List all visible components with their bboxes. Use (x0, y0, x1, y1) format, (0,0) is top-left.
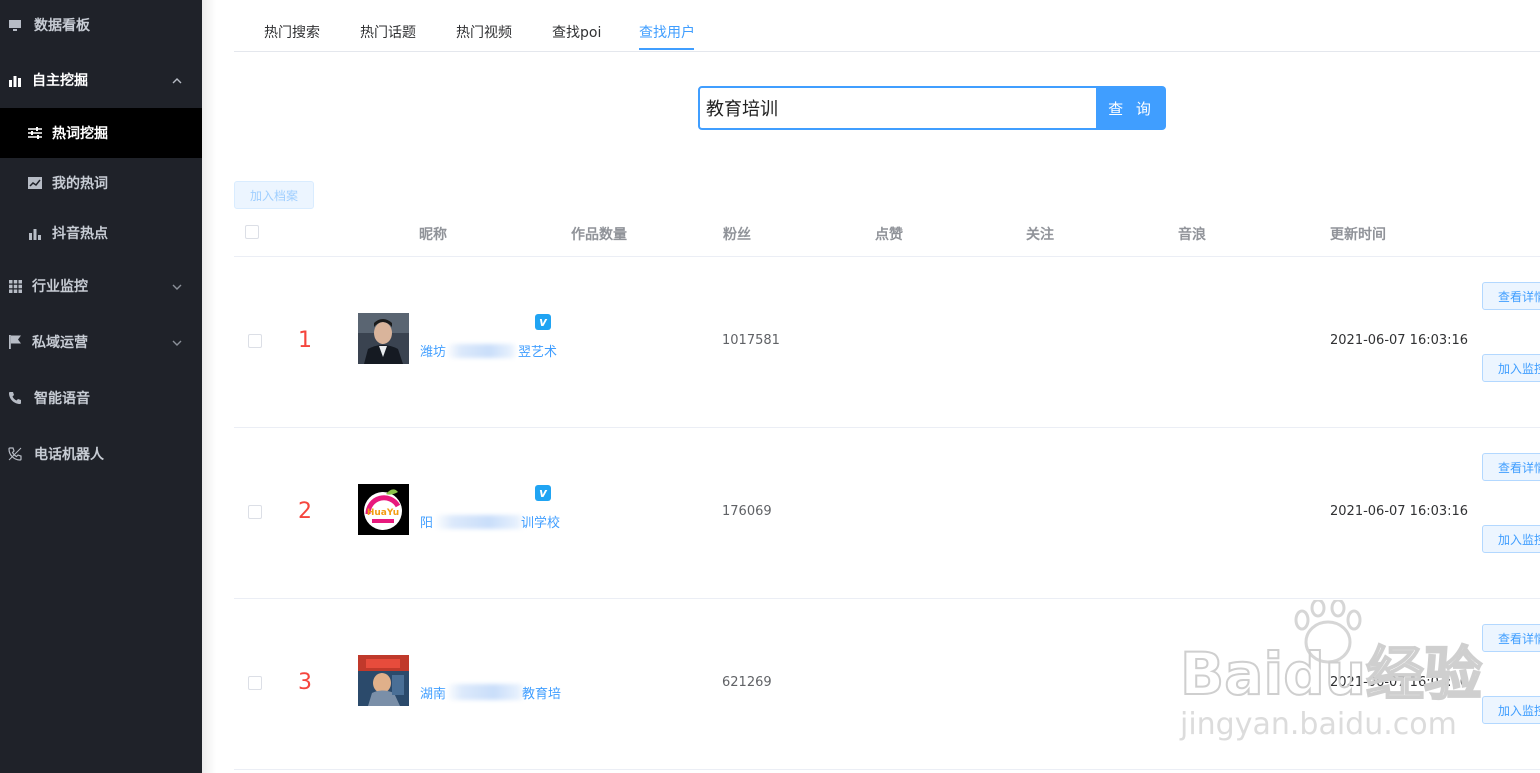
row-checkbox[interactable] (248, 505, 262, 519)
nickname-end[interactable]: 翌艺术 (518, 341, 557, 360)
column-likes: 点赞 (875, 227, 903, 243)
column-fans: 粉丝 (723, 227, 751, 243)
sliders-icon (28, 126, 42, 140)
column-updated-time: 更新时间 (1330, 227, 1386, 243)
verified-badge: v (535, 485, 551, 501)
add-monitor-button[interactable]: 加入监控 (1482, 354, 1540, 382)
rank-number: 2 (298, 499, 312, 524)
sidebar-item-label: 行业监控 (32, 279, 88, 295)
avatar[interactable] (358, 313, 409, 364)
sidebar-item-my-hotwords[interactable]: 我的热词 (0, 158, 202, 208)
phone-robot-icon (8, 447, 22, 461)
add-to-archive-button[interactable]: 加入档案 (234, 181, 314, 209)
rank-number: 1 (298, 328, 312, 353)
table-row: 3 湖南 教育培 621269 2021-06-07 16:03:16 查看详情… (234, 599, 1540, 770)
sidebar-item-label: 抖音热点 (52, 226, 108, 242)
table-row: 1 v 潍坊 翌艺术 1017581 2021-06-07 16:03:16 查… (234, 257, 1540, 428)
fans-count: 1017581 (722, 333, 780, 348)
tab-hot-topics[interactable]: 热门话题 (360, 22, 416, 42)
sidebar-item-label: 数据看板 (34, 18, 90, 34)
tab-hot-search[interactable]: 热门搜索 (264, 22, 320, 42)
search-input[interactable] (698, 86, 1098, 130)
nickname-start[interactable]: 阳 (420, 512, 433, 531)
sidebar-item-label: 热词挖掘 (52, 126, 108, 142)
tab-bar: 热门搜索 热门话题 热门视频 查找poi 查找用户 (234, 0, 1540, 52)
verified-badge: v (535, 314, 551, 330)
sidebar-edge (202, 0, 216, 773)
tab-find-poi[interactable]: 查找poi (552, 22, 601, 42)
active-tab-indicator (639, 48, 694, 50)
sidebar-item-label: 私域运营 (32, 335, 88, 351)
redaction-blur (434, 515, 526, 529)
avatar[interactable]: HuaYu (358, 484, 409, 535)
view-details-button[interactable]: 查看详情 (1482, 453, 1540, 481)
rank-number: 3 (298, 670, 312, 695)
nickname-start[interactable]: 潍坊 (420, 341, 446, 360)
bar-chart-icon (8, 73, 22, 87)
fans-count: 176069 (722, 504, 772, 519)
fans-count: 621269 (722, 675, 772, 690)
line-chart-icon (28, 176, 42, 190)
nickname-end[interactable]: 训学校 (521, 512, 560, 531)
column-nickname: 昵称 (419, 227, 447, 243)
phone-icon (8, 391, 22, 405)
sidebar: 数据看板 自主挖掘 热词挖掘 我的热词 抖音热点 行业监控 私域运营 智能语音 … (0, 0, 202, 773)
tab-find-user[interactable]: 查找用户 (639, 22, 695, 42)
view-details-button[interactable]: 查看详情 (1482, 282, 1540, 310)
monitor-icon (8, 18, 22, 32)
chevron-up-icon (172, 73, 182, 87)
table-header: 昵称 作品数量 粉丝 点赞 关注 音浪 更新时间 (234, 210, 1540, 257)
tab-hot-videos[interactable]: 热门视频 (456, 22, 512, 42)
logo-text: HuaYu (367, 508, 399, 518)
updated-time: 2021-06-07 16:03:16 (1330, 333, 1469, 348)
updated-time: 2021-06-07 16:03:16 (1330, 504, 1469, 519)
chevron-down-icon (172, 335, 182, 349)
column-works: 作品数量 (571, 227, 627, 243)
table-row: 2 HuaYu v 阳 训学校 176069 2021-06-07 16:03:… (234, 428, 1540, 599)
grid-icon (8, 279, 22, 293)
sidebar-item-douyin-hotspot[interactable]: 抖音热点 (0, 208, 202, 258)
nickname-start[interactable]: 湖南 (420, 683, 446, 702)
search-button[interactable]: 查 询 (1097, 86, 1166, 130)
sidebar-item-label: 自主挖掘 (32, 73, 88, 89)
chevron-down-icon (172, 279, 182, 293)
avatar[interactable] (358, 655, 409, 706)
select-all-checkbox[interactable] (245, 225, 259, 239)
add-monitor-button[interactable]: 加入监控 (1482, 696, 1540, 724)
sidebar-item-industry-monitor[interactable]: 行业监控 (0, 261, 202, 311)
updated-time: 2021-06-07 16:03:16 (1330, 675, 1469, 690)
nickname-end[interactable]: 教育培 (522, 683, 561, 702)
view-details-button[interactable]: 查看详情 (1482, 624, 1540, 652)
redaction-blur (446, 684, 526, 700)
sidebar-item-self-mining[interactable]: 自主挖掘 (0, 55, 202, 105)
row-checkbox[interactable] (248, 334, 262, 348)
column-follows: 关注 (1026, 227, 1054, 243)
row-checkbox[interactable] (248, 676, 262, 690)
sidebar-item-smart-voice[interactable]: 智能语音 (0, 373, 202, 423)
sidebar-item-label: 我的热词 (52, 176, 108, 192)
add-monitor-button[interactable]: 加入监控 (1482, 525, 1540, 553)
column-sound-waves: 音浪 (1178, 227, 1206, 243)
bar-chart-icon (28, 226, 42, 240)
sidebar-item-private-ops[interactable]: 私域运营 (0, 317, 202, 367)
sidebar-item-label: 电话机器人 (34, 447, 104, 463)
redaction-blur (446, 344, 518, 358)
sidebar-item-phone-robot[interactable]: 电话机器人 (0, 429, 202, 479)
sidebar-item-hotword-mining[interactable]: 热词挖掘 (0, 108, 202, 158)
sidebar-item-label: 智能语音 (34, 391, 90, 407)
sidebar-item-dashboard[interactable]: 数据看板 (0, 0, 202, 50)
flag-icon (8, 335, 22, 349)
